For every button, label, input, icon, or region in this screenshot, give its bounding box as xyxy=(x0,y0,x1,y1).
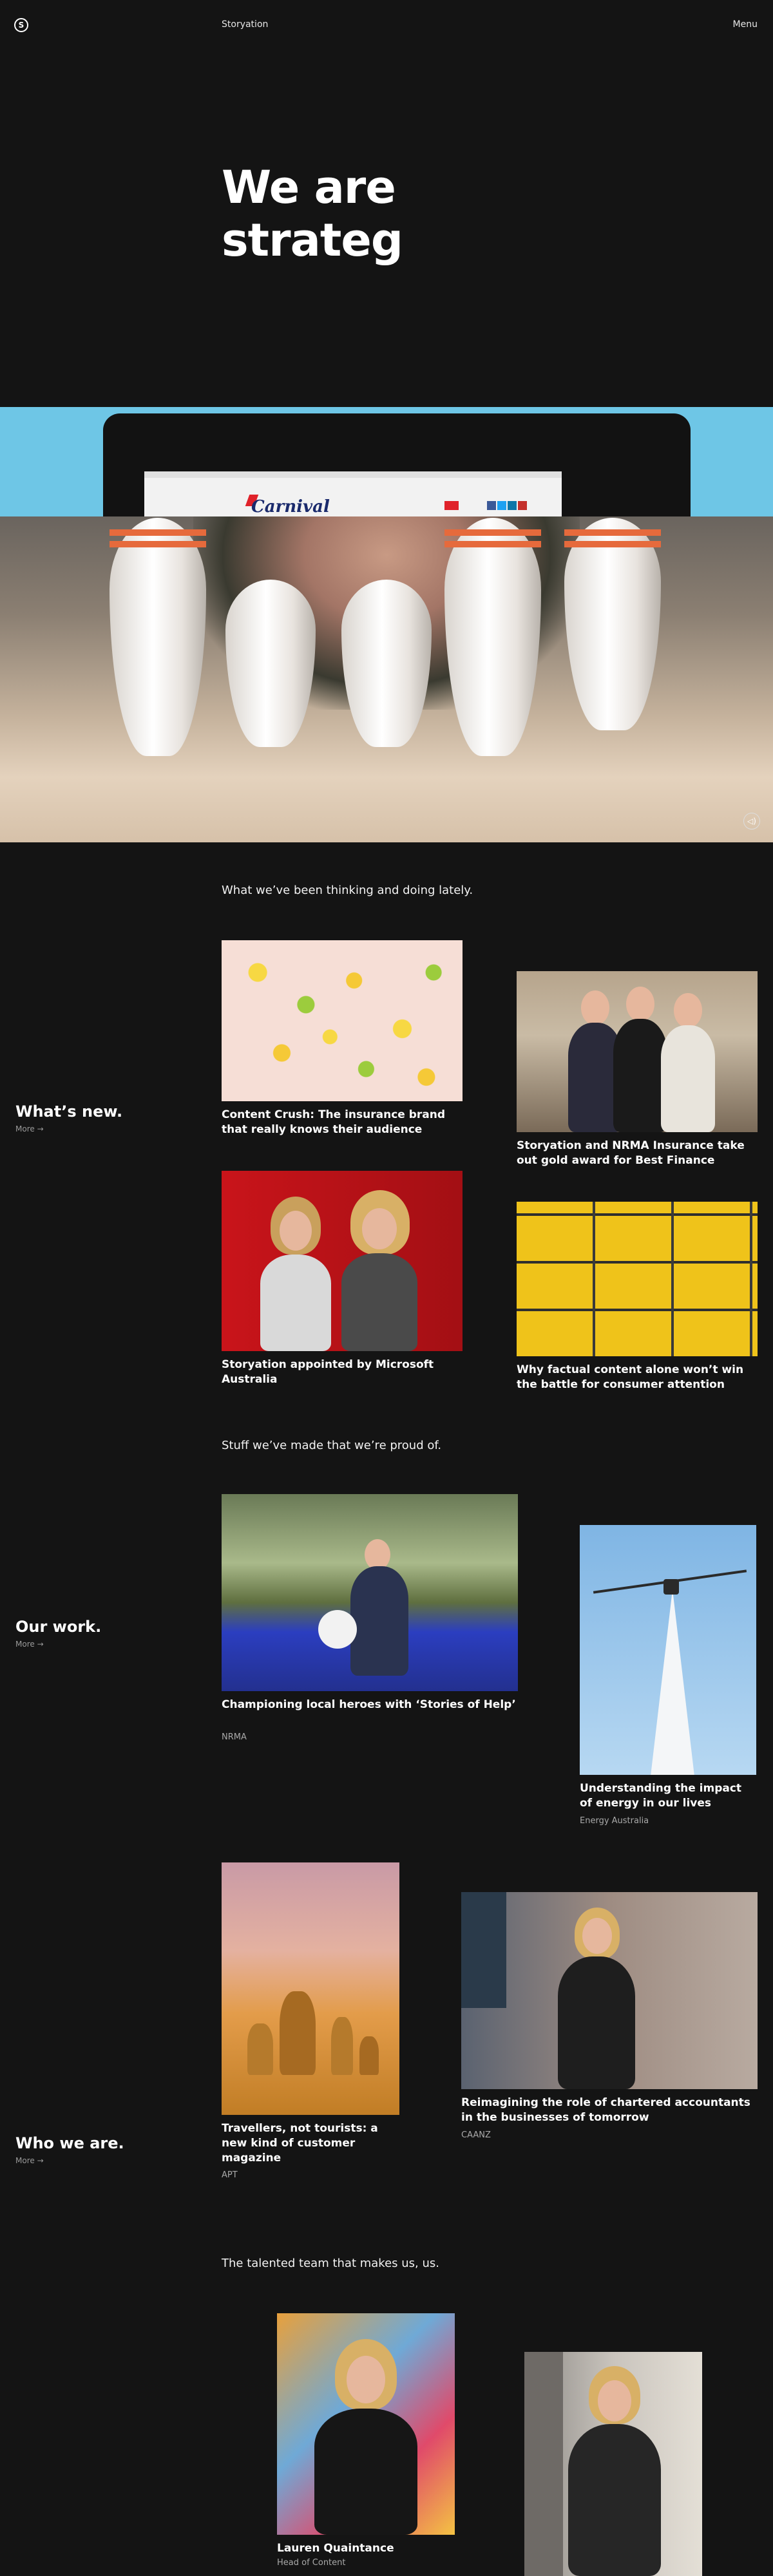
card-title[interactable]: Storyation appointed by Microsoft Austra… xyxy=(222,1358,463,1387)
logo-glyph: S xyxy=(18,21,24,30)
card-client: Energy Australia xyxy=(580,1816,649,1826)
card-title[interactable]: Storyation and NRMA Insurance take out g… xyxy=(517,1139,758,1168)
card-title[interactable]: Content Crush: The insurance brand that … xyxy=(222,1108,463,1137)
team-intro: The talented team that makes us, us. xyxy=(222,2257,440,2270)
card-image-wind-turbine[interactable] xyxy=(580,1525,756,1775)
our-work-title[interactable]: Our work. xyxy=(15,1618,101,1636)
laptop-screen-bar xyxy=(144,471,562,478)
card-image-two-women[interactable] xyxy=(222,1171,463,1351)
bowling-pin-5 xyxy=(564,518,661,730)
facebook-icon xyxy=(487,501,496,510)
twitter-icon xyxy=(497,501,506,510)
sound-glyph: ◁) xyxy=(747,817,756,826)
menu-button[interactable]: Menu xyxy=(733,19,758,30)
card-image-desert-rocks[interactable] xyxy=(222,1862,399,2115)
who-we-are-title[interactable]: Who we are. xyxy=(15,2134,124,2152)
card-client: APT xyxy=(222,2170,238,2180)
team-photo-second-member[interactable] xyxy=(524,2352,702,2576)
team-photo-lauren[interactable] xyxy=(277,2313,455,2535)
card-title[interactable]: Understanding the impact of energy in ou… xyxy=(580,1781,756,1811)
carnival-logo-text: Carnival xyxy=(251,497,330,516)
team-member-name[interactable]: Lauren Quaintance xyxy=(277,2541,455,2556)
logo[interactable]: S xyxy=(14,18,28,32)
card-client: CAANZ xyxy=(461,2130,491,2140)
linkedin-icon xyxy=(508,501,517,510)
card-image-three-women[interactable] xyxy=(517,971,758,1132)
card-title[interactable]: Why factual content alone won’t win the … xyxy=(517,1363,758,1392)
sound-toggle-icon[interactable]: ◁) xyxy=(743,813,760,829)
brand-name[interactable]: Storyation xyxy=(222,19,268,30)
our-work-intro: Stuff we’ve made that we’re proud of. xyxy=(222,1439,442,1452)
bowling-pin-3 xyxy=(341,580,432,747)
hero-title-line1: We are xyxy=(222,161,396,214)
whats-new-title[interactable]: What’s new. xyxy=(15,1103,122,1121)
card-image-cassette-tapes[interactable] xyxy=(517,1202,758,1356)
whats-new-intro: What we’ve been thinking and doing latel… xyxy=(222,884,473,897)
card-image-woman-brick-wall[interactable] xyxy=(461,1892,758,2089)
screen-search-icon xyxy=(444,501,459,510)
hero-title-line2: strateg xyxy=(222,214,403,267)
whats-new-more-link[interactable]: More → xyxy=(15,1124,44,1133)
card-title[interactable]: Travellers, not tourists: a new kind of … xyxy=(222,2121,399,2166)
card-image-lemons[interactable] xyxy=(222,940,463,1101)
who-we-are-more-link[interactable]: More → xyxy=(15,2156,44,2165)
card-title[interactable]: Championing local heroes with ‘Stories o… xyxy=(222,1698,518,1712)
bowling-pin-2 xyxy=(225,580,316,747)
youtube-icon xyxy=(518,501,527,510)
card-title[interactable]: Reimagining the role of chartered accoun… xyxy=(461,2096,758,2125)
hero-title: We are strateg xyxy=(222,161,403,267)
team-member-role: Head of Content xyxy=(277,2558,346,2568)
bowling-pin-1 xyxy=(110,518,206,756)
our-work-more-link[interactable]: More → xyxy=(15,1640,44,1649)
card-image-farmer[interactable] xyxy=(222,1494,518,1691)
card-client: NRMA xyxy=(222,1732,247,1742)
bowling-pin-4 xyxy=(444,518,541,756)
